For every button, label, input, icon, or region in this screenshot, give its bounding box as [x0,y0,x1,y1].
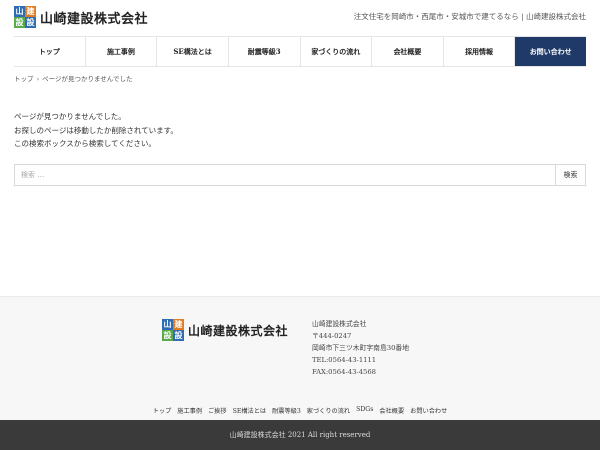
site-footer: 山 建 設 設 山崎建設株式会社 山崎建設株式会社 〒444-0247 岡崎市下… [0,296,600,420]
footer-link-contact[interactable]: お問い合わせ [410,406,447,415]
footer-info-fax: FAX:0564-43-4568 [312,368,376,376]
footer-company-info: 山崎建設株式会社 〒444-0247 岡崎市下三ツ木町字南島30番地 TEL:0… [312,318,409,378]
breadcrumb-current: ページが見つかりませんでした [42,75,133,83]
nav-item-recruit[interactable]: 採用情報 [444,37,516,66]
logo-mark-cell: 設 [162,330,173,341]
nav-item-company[interactable]: 会社概要 [372,37,444,66]
breadcrumb-home-link[interactable]: トップ [14,75,34,83]
search-input[interactable] [15,165,555,185]
message-line: ページが見つかりませんでした。 [14,112,126,121]
footer-links: トップ 施工事例 ご挨拶 SE構法とは 耐震等級3 家づくりの流れ SDGs 会… [0,406,600,415]
footer-link-sdgs[interactable]: SDGs [356,406,373,415]
footer-link-top[interactable]: トップ [153,406,172,415]
nav-item-seismic[interactable]: 耐震等級3 [229,37,301,66]
not-found-message: ページが見つかりませんでした。 お探しのページは移動したか削除されています。 こ… [14,110,178,151]
footer-info-postal: 〒444-0247 [312,332,352,340]
message-line: この検索ボックスから検索してください。 [14,139,156,148]
nav-item-se-method[interactable]: SE構法とは [157,37,229,66]
footer-link-flow[interactable]: 家づくりの流れ [307,406,350,415]
copyright-bar: 山崎建設株式会社 2021 All right reserved [0,420,600,450]
footer-link-greeting[interactable]: ご挨拶 [208,406,227,415]
footer-company-name: 山崎建設株式会社 [188,323,289,338]
nav-item-flow[interactable]: 家づくりの流れ [301,37,373,66]
logo-mark-cell: 設 [173,330,184,341]
nav-item-top[interactable]: トップ [14,37,86,66]
footer-logo[interactable]: 山 建 設 設 山崎建設株式会社 [162,319,288,341]
message-line: お探しのページは移動したか削除されています。 [14,125,178,135]
footer-info-address: 岡崎市下三ツ木町字南島30番地 [312,344,410,352]
breadcrumb: トップ › ページが見つかりませんでした [14,73,132,83]
copyright-text: 山崎建設株式会社 2021 All right reserved [229,431,371,439]
logo-company-name: 山崎建設株式会社 [40,11,149,27]
footer-link-works[interactable]: 施工事例 [177,406,202,415]
breadcrumb-separator: › [36,75,40,83]
search-form: 検索 [14,164,586,186]
footer-link-company[interactable]: 会社概要 [379,406,404,415]
logo-mark-cell: 建 [25,6,36,17]
footer-info-tel: TEL:0564-43-1111 [312,356,377,364]
logo-mark-icon: 山 建 設 設 [162,319,184,341]
footer-link-se-method[interactable]: SE構法とは [233,406,267,415]
global-nav: トップ 施工事例 SE構法とは 耐震等級3 家づくりの流れ 会社概要 採用情報 … [14,36,586,67]
site-tagline: 注文住宅を岡崎市・西尾市・安城市で建てるなら | 山崎建設株式会社 [353,12,586,21]
footer-info-name: 山崎建設株式会社 [312,320,367,328]
logo-mark-cell: 設 [25,17,36,28]
site-logo[interactable]: 山 建 設 設 山崎建設株式会社 [14,6,148,28]
logo-mark-cell: 建 [173,319,184,330]
logo-mark-icon: 山 建 設 設 [14,6,36,28]
footer-link-seismic[interactable]: 耐震等級3 [272,406,301,415]
search-button[interactable]: 検索 [555,165,585,185]
nav-item-works[interactable]: 施工事例 [86,37,158,66]
site-header: 山 建 設 設 山崎建設株式会社 注文住宅を岡崎市・西尾市・安城市で建てるなら … [0,0,600,36]
logo-mark-cell: 山 [162,319,173,330]
nav-item-contact[interactable]: お問い合わせ [515,37,586,66]
logo-mark-cell: 設 [14,17,25,28]
logo-mark-cell: 山 [14,6,25,17]
